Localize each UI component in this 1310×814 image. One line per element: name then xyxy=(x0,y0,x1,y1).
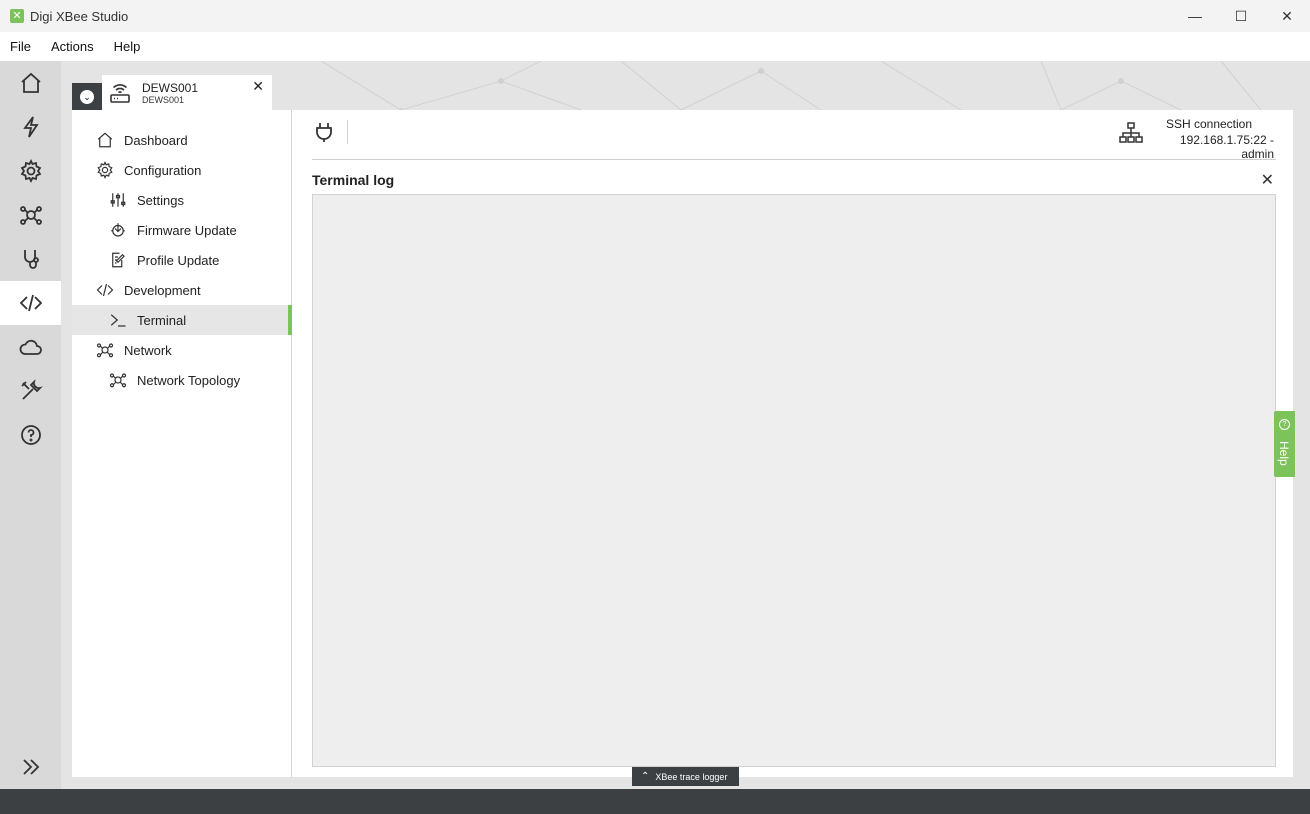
terminal-log-area[interactable] xyxy=(312,194,1276,767)
rail-cloud[interactable] xyxy=(0,325,61,369)
device-list-toggle[interactable]: ⌄ xyxy=(72,83,102,110)
rail-help[interactable] xyxy=(0,413,61,457)
window-title: Digi XBee Studio xyxy=(30,8,129,24)
rail-expand[interactable] xyxy=(0,745,61,789)
terminal-icon xyxy=(110,314,126,327)
sidebar-item-configuration[interactable]: Configuration xyxy=(72,155,292,185)
help-icon: ? xyxy=(1279,419,1290,430)
sidebar-item-label: Development xyxy=(124,282,201,298)
menu-actions[interactable]: Actions xyxy=(41,39,104,54)
help-icon xyxy=(20,425,41,445)
rail-tools[interactable] xyxy=(0,369,61,413)
rail-development[interactable] xyxy=(0,281,61,325)
close-terminal-button[interactable]: ✕ xyxy=(1261,170,1274,190)
sidebar-item-label: Network Topology xyxy=(137,372,241,388)
close-device-tab-button[interactable]: ✕ xyxy=(252,78,264,95)
sidebar-item-network[interactable]: Network xyxy=(72,335,292,365)
code-icon xyxy=(96,283,114,297)
menu-file[interactable]: File xyxy=(0,39,41,54)
stethoscope-icon xyxy=(23,250,39,269)
title-bar: ✕ Digi XBee Studio — ☐ ✕ xyxy=(0,0,1310,32)
network-icon xyxy=(96,343,114,358)
network-hierarchy-icon xyxy=(1119,122,1143,143)
gear-icon xyxy=(97,161,113,179)
double-chevron-up-icon: ⌃ xyxy=(641,771,650,782)
terminal-panel: SSH connection 192.168.1.75:22 - admin T… xyxy=(292,110,1293,777)
close-window-button[interactable]: ✕ xyxy=(1264,0,1310,32)
cloud-icon xyxy=(19,339,42,355)
sidebar-item-network-topology[interactable]: Network Topology xyxy=(72,365,292,395)
minimize-button[interactable]: — xyxy=(1172,0,1218,32)
trace-logger-button[interactable]: ⌃ XBee trace logger xyxy=(632,767,739,786)
double-chevron-right-icon xyxy=(22,759,39,775)
sidebar-item-settings[interactable]: Settings xyxy=(72,185,292,215)
menu-bar: File Actions Help xyxy=(0,32,1310,61)
connection-address: 192.168.1.75:22 - admin xyxy=(1179,133,1274,161)
gear-icon xyxy=(20,159,41,183)
help-tab-label: Help xyxy=(1277,441,1291,466)
status-bar xyxy=(0,789,1310,814)
trace-logger-label: XBee trace logger xyxy=(655,771,728,782)
rail-discover[interactable] xyxy=(0,105,61,149)
network-icon xyxy=(19,206,42,225)
sidebar-item-label: Firmware Update xyxy=(137,222,237,238)
network-icon xyxy=(109,373,127,388)
sidebar-item-label: Configuration xyxy=(124,162,202,178)
sidebar-item-firmware-update[interactable]: Firmware Update xyxy=(72,215,292,245)
rail-configuration[interactable] xyxy=(0,149,61,193)
lightning-icon xyxy=(22,116,39,138)
sidebar-item-label: Profile Update xyxy=(137,252,220,268)
sidebar-item-label: Settings xyxy=(137,192,184,208)
chevron-down-icon: ⌄ xyxy=(80,89,94,104)
connection-type: SSH connection xyxy=(1165,117,1253,131)
toolbar-divider xyxy=(312,159,1276,160)
sidebar-item-label: Network xyxy=(124,342,172,358)
sidebar-item-terminal[interactable]: Terminal xyxy=(72,305,292,335)
sidebar-item-label: Dashboard xyxy=(124,132,188,148)
window-controls: — ☐ ✕ xyxy=(1172,0,1310,32)
maximize-button[interactable]: ☐ xyxy=(1218,0,1264,32)
sidebar-item-dashboard[interactable]: Dashboard xyxy=(72,125,292,155)
device-sidebar: Dashboard Configuration Settings Firmwar… xyxy=(72,110,292,777)
help-side-tab[interactable]: ? Help xyxy=(1274,411,1295,477)
app-logo-icon: ✕ xyxy=(10,9,24,23)
profile-edit-icon xyxy=(112,252,125,268)
menu-help[interactable]: Help xyxy=(104,39,151,54)
sidebar-item-profile-update[interactable]: Profile Update xyxy=(72,245,292,275)
toolbar-separator xyxy=(347,120,348,144)
firmware-icon xyxy=(111,223,125,237)
tools-icon xyxy=(20,379,43,400)
device-id: DEWS001 xyxy=(142,95,185,105)
sidebar-item-label: Terminal xyxy=(137,312,187,328)
rail-diagnostics[interactable] xyxy=(0,237,61,281)
device-name: DEWS001 xyxy=(142,81,199,95)
icon-rail xyxy=(0,61,61,789)
rail-home[interactable] xyxy=(0,61,61,105)
home-icon xyxy=(97,132,113,148)
sliders-icon xyxy=(110,193,126,207)
code-icon xyxy=(19,294,42,312)
terminal-log-title: Terminal log xyxy=(312,172,395,188)
device-tab[interactable]: DEWS001 DEWS001 ✕ xyxy=(102,75,272,110)
home-icon xyxy=(20,72,41,93)
sidebar-item-development[interactable]: Development xyxy=(72,275,292,305)
gateway-device-icon xyxy=(110,84,130,103)
rail-network[interactable] xyxy=(0,193,61,237)
plug-icon[interactable] xyxy=(312,120,336,144)
